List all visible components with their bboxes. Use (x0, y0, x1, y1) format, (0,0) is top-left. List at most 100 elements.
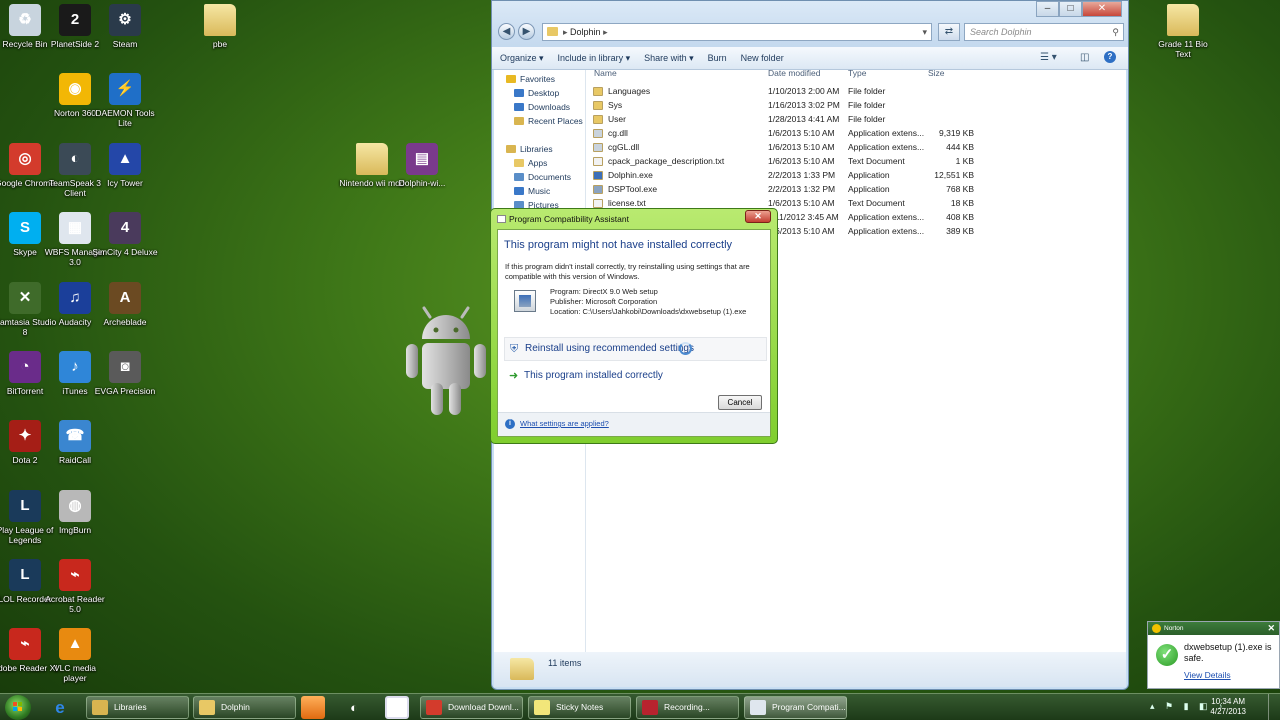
minimize-button[interactable]: – (1036, 1, 1059, 17)
reinstall-option[interactable]: ⛨ Reinstall using recommended settings (504, 337, 767, 361)
nav-item[interactable]: Desktop (494, 86, 585, 100)
toolbar-organize[interactable]: Organize ▾ (500, 53, 544, 64)
nav-item[interactable]: Favorites (494, 72, 585, 86)
desktop-icon[interactable]: ◍ ImgBurn (42, 490, 108, 535)
desktop-icon[interactable]: A Archeblade (92, 282, 158, 327)
explorer-toolbar: Organize ▾ Include in library ▾ Share wi… (492, 47, 1128, 70)
nav-item-icon (514, 89, 524, 97)
back-button[interactable]: ◀ (498, 23, 515, 40)
file-row[interactable]: Dolphin.exe 2/2/2013 1:33 PM Application 12… (586, 169, 1046, 183)
file-row[interactable]: DSPTool.exe 2/2/2013 1:32 PM Application 76… (586, 183, 1046, 197)
file-name: Languages (608, 86, 651, 96)
toolbar-share-with[interactable]: Share with ▾ (644, 53, 694, 64)
toolbar-burn[interactable]: Burn (708, 53, 727, 63)
notification-brand: Norton (1164, 625, 1184, 632)
taskbar-item[interactable]: Dolphin (193, 696, 296, 719)
evga-icon: ◙ (109, 351, 141, 383)
folder-icon (547, 27, 558, 36)
help-icon[interactable]: ? (1104, 51, 1116, 63)
arrow-right-icon: ➜ (509, 370, 519, 382)
desktop-icon[interactable]: ⚙ Steam (92, 4, 158, 49)
file-date: 1/6/2013 5:10 AM (768, 142, 835, 152)
nav-item-label: Recent Places (528, 116, 583, 126)
chevron-down-icon[interactable]: ▾ (922, 24, 927, 40)
teamspeak-icon[interactable]: ◐ (342, 696, 366, 719)
taskbar-item[interactable]: Program Compati... (744, 696, 847, 719)
address-bar[interactable]: ▸ Dolphin ▸ ▾ (542, 23, 932, 41)
preview-pane-icon[interactable]: ◫ (1080, 52, 1089, 63)
view-details-link[interactable]: View Details (1184, 670, 1231, 680)
maximize-button[interactable]: □ (1059, 1, 1082, 17)
settings-applied-link[interactable]: What settings are applied? (520, 419, 609, 428)
clock-date: 4/27/2013 (1210, 707, 1246, 716)
nav-item[interactable]: Downloads (494, 100, 585, 114)
clock[interactable]: 10:34 AM 4/27/2013 (1210, 697, 1246, 717)
archeblade-icon: A (109, 282, 141, 314)
file-size: 12,551 KB (934, 170, 974, 180)
program-info: Program: DirectX 9.0 Web setup Publisher… (550, 287, 746, 317)
desktop-icon[interactable]: 4 SimCity 4 Deluxe (92, 212, 158, 257)
refresh-button[interactable]: ⇄ (938, 23, 960, 41)
folder-icon (356, 143, 388, 175)
dialog-close-button[interactable]: ✕ (745, 210, 771, 223)
installed-correctly-option[interactable]: ➜ This program installed correctly (504, 365, 767, 389)
nav-item-icon (514, 187, 524, 195)
search-input[interactable]: Search Dolphin ⚲ (964, 23, 1124, 41)
desktop-icon[interactable]: Grade 11 Bio Text (1150, 4, 1216, 59)
nav-item[interactable]: Documents (494, 170, 585, 184)
taskbar-item[interactable]: Sticky Notes (528, 696, 631, 719)
nav-item[interactable]: Recent Places (494, 114, 585, 128)
file-row[interactable]: cgGL.dll 1/6/2013 5:10 AM Application exte… (586, 141, 1046, 155)
desktop-icon[interactable]: ▲ VLC media player (42, 628, 108, 683)
column-header-size[interactable]: Size (928, 68, 945, 78)
file-row[interactable]: cg.dll 1/6/2013 5:10 AM Application extens… (586, 127, 1046, 141)
nav-item[interactable]: Music (494, 184, 585, 198)
notification-message: dxwebsetup (1).exe is safe. (1184, 642, 1272, 663)
file-icon (593, 157, 603, 166)
explorer-titlebar[interactable]: – □ ✕ ◀ ▶ ▸ Dolphin ▸ ▾ ⇄ Search Dolphin… (492, 1, 1128, 47)
taskbar-item[interactable]: Libraries (86, 696, 189, 719)
desktop-icon[interactable]: ◙ EVGA Precision (92, 351, 158, 396)
taskbar-item-icon (426, 700, 442, 715)
column-header-type[interactable]: Type (848, 68, 866, 78)
desktop-icon[interactable]: ▤ Dolphin-wi... (389, 143, 455, 188)
file-row[interactable]: Sys 1/16/2013 3:02 PM File folder (586, 99, 1046, 113)
desktop-icon[interactable]: ⌁ Acrobat Reader 5.0 (42, 559, 108, 614)
desktop-icon[interactable]: ☎ RaidCall (42, 420, 108, 465)
media-player-icon[interactable] (301, 696, 325, 719)
desktop-icon-label: Steam (112, 39, 138, 49)
file-date: 1/6/2013 5:10 AM (768, 128, 835, 138)
file-row[interactable]: User 1/28/2013 4:41 AM File folder (586, 113, 1046, 127)
toolbar-include-in-library[interactable]: Include in library ▾ (558, 53, 631, 64)
desktop-icon-label: RaidCall (58, 455, 92, 465)
start-button[interactable] (5, 695, 31, 720)
chrome-icon: ◎ (9, 143, 41, 175)
nav-item[interactable]: Apps (494, 156, 585, 170)
column-header-date[interactable]: Date modified (768, 68, 820, 78)
internet-explorer-icon[interactable]: e (48, 696, 72, 719)
forward-button[interactable]: ▶ (518, 23, 535, 40)
daemon-tools-icon: ⚡ (109, 73, 141, 105)
document-icon[interactable] (385, 696, 409, 719)
column-header-name[interactable]: Name (594, 68, 617, 78)
taskbar-item-label: Sticky Notes (556, 702, 604, 712)
file-row[interactable]: Languages 1/10/2013 2:00 AM File folder (586, 85, 1046, 99)
file-row[interactable]: cpack_package_description.txt 1/6/2013 5:… (586, 155, 1046, 169)
taskbar-item[interactable]: Recording... (636, 696, 739, 719)
norton-notification[interactable]: Norton ✕ ✓ dxwebsetup (1).exe is safe. V… (1147, 621, 1280, 689)
toolbar-new-folder[interactable]: New folder (741, 53, 784, 63)
show-desktop-button[interactable] (1268, 694, 1280, 720)
file-size: 768 KB (946, 184, 974, 194)
close-button[interactable]: ✕ (1082, 1, 1122, 17)
close-icon[interactable]: ✕ (1267, 622, 1275, 635)
file-type: Application (848, 170, 890, 180)
view-options-icon[interactable]: ☰ ▾ (1040, 52, 1057, 63)
desktop-icon[interactable]: ⚡ DAEMON Tools Lite (92, 73, 158, 128)
taskbar-item[interactable]: Download Downl... (420, 696, 523, 719)
desktop-icon[interactable]: ▲ Icy Tower (92, 143, 158, 188)
cancel-button[interactable]: Cancel (718, 395, 762, 410)
desktop-icon[interactable]: pbe (187, 4, 253, 49)
compatibility-dialog[interactable]: Program Compatibility Assistant ✕ This p… (490, 208, 778, 444)
nav-item[interactable]: Libraries (494, 142, 585, 156)
file-type: File folder (848, 100, 886, 110)
